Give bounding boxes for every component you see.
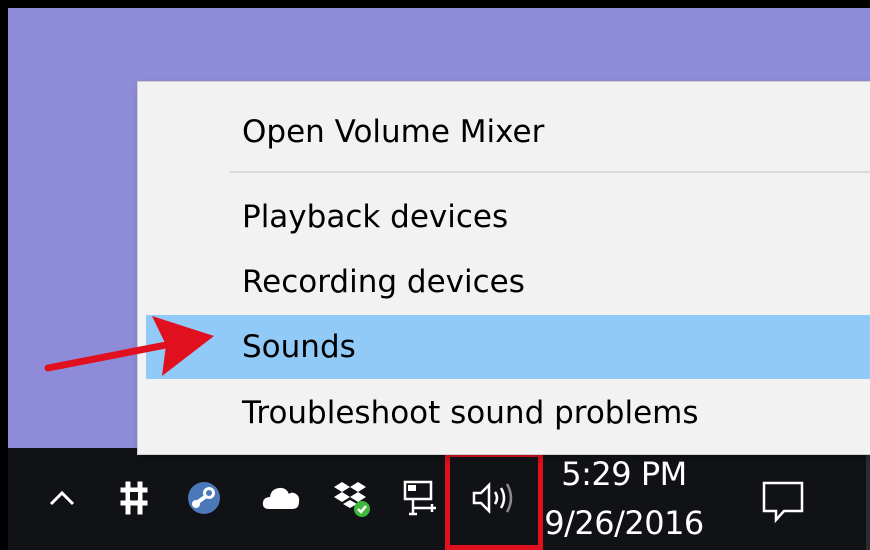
show-desktop-button[interactable] <box>866 448 870 550</box>
onedrive-cloud-icon[interactable] <box>260 480 302 514</box>
menu-item-playback-devices[interactable]: Playback devices <box>146 185 870 249</box>
dropbox-icon[interactable] <box>330 476 374 520</box>
steam-icon[interactable] <box>184 478 224 518</box>
action-center-icon[interactable] <box>760 480 806 528</box>
menu-item-recording-devices[interactable]: Recording devices <box>146 250 870 314</box>
tool-app-icon[interactable] <box>114 478 154 518</box>
show-hidden-icons-chevron-icon[interactable] <box>46 482 78 514</box>
menu-item-label: Recording devices <box>242 264 525 300</box>
volume-icon-highlight-box <box>445 452 543 550</box>
menu-item-label: Sounds <box>242 329 356 365</box>
clock-time: 5:29 PM <box>561 455 687 493</box>
volume-context-menu: Open Volume Mixer Playback devices Recor… <box>138 82 870 454</box>
screen-frame: 5:29 PM 9/26/2016 Open Volume Mixer Play… <box>8 8 870 550</box>
menu-item-label: Playback devices <box>242 199 509 235</box>
clock-date: 9/26/2016 <box>544 504 704 542</box>
red-arrow-annotation-icon <box>38 308 228 392</box>
menu-item-open-volume-mixer[interactable]: Open Volume Mixer <box>146 100 870 164</box>
menu-item-label: Open Volume Mixer <box>242 114 545 150</box>
network-icon[interactable] <box>400 476 442 520</box>
menu-separator <box>230 171 870 173</box>
menu-item-troubleshoot-sound-problems[interactable]: Troubleshoot sound problems <box>146 381 870 445</box>
menu-item-label: Troubleshoot sound problems <box>242 395 699 431</box>
taskbar-clock[interactable]: 5:29 PM 9/26/2016 <box>540 454 708 543</box>
menu-item-sounds[interactable]: Sounds <box>146 315 870 379</box>
